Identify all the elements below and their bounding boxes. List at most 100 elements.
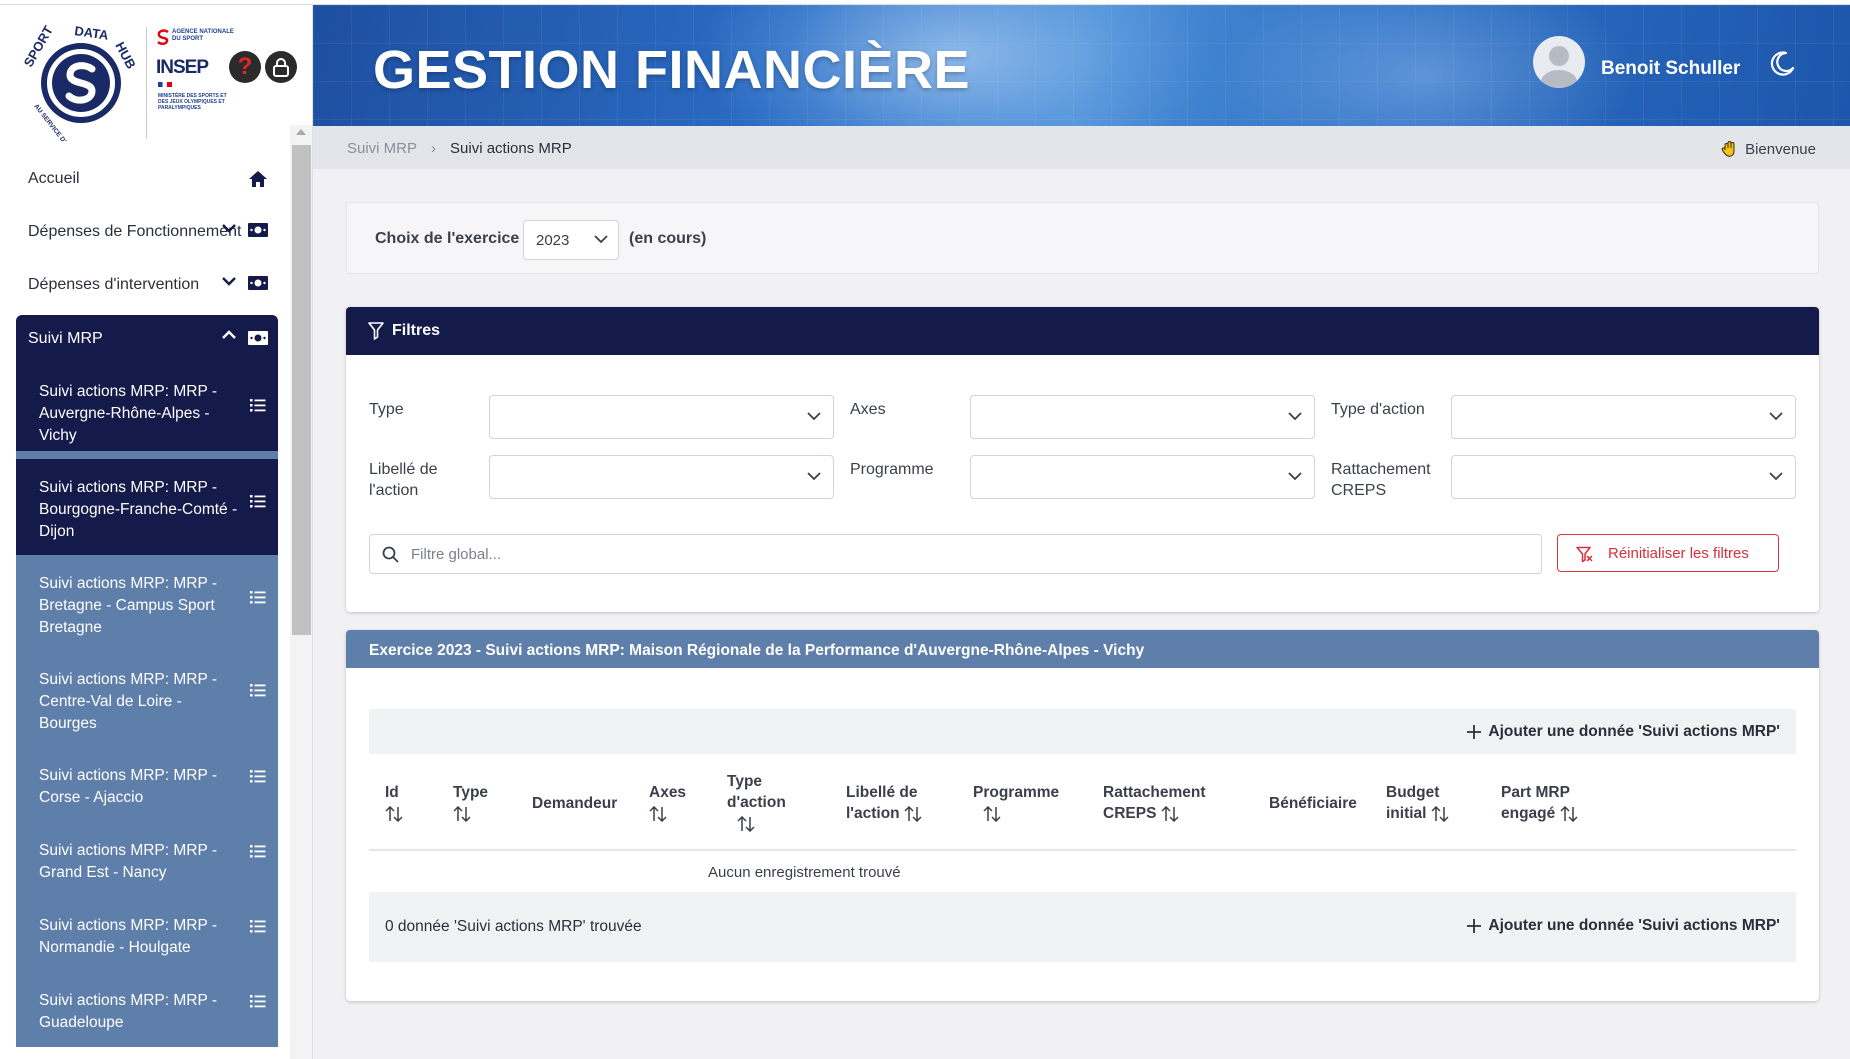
column-header-libelle[interactable]: Libellé de l'action: [846, 782, 946, 824]
breadcrumb-current: Suivi actions MRP: [450, 140, 572, 157]
lock-button[interactable]: [265, 51, 297, 83]
list-icon: [250, 770, 266, 783]
submenu-item-label: Suivi actions MRP: MRP - Normandie - Hou…: [39, 917, 218, 956]
submenu-item-label: Suivi actions MRP: MRP - Bretagne - Camp…: [39, 575, 218, 636]
table-header-divider: [369, 849, 1796, 851]
sidebar-scrollbar[interactable]: [290, 125, 312, 1059]
column-header-label: Rattachement CREPS: [1103, 784, 1206, 822]
sidebar-item-accueil[interactable]: Accueil: [16, 152, 278, 205]
column-header-type-action[interactable]: Type d'action: [727, 771, 797, 834]
column-header-id[interactable]: Id: [385, 782, 403, 824]
list-icon: [250, 591, 266, 604]
column-header-programme[interactable]: Programme: [973, 782, 1059, 824]
submenu-item-guadeloupe[interactable]: Suivi actions MRP: MRP - Guadeloupe: [16, 972, 278, 1047]
sort-icon: [1560, 805, 1578, 822]
submenu-item-ajaccio[interactable]: Suivi actions MRP: MRP - Corse - Ajaccio: [16, 747, 278, 822]
column-header-rattachement[interactable]: Rattachement CREPS: [1103, 782, 1223, 824]
filter-rattachement-label: Rattachement CREPS: [1331, 461, 1431, 499]
plus-icon: [1467, 919, 1482, 933]
filter-type-action-select[interactable]: [1451, 395, 1796, 439]
breadcrumb-parent[interactable]: Suivi MRP: [347, 140, 417, 157]
submenu-item-houlgate[interactable]: Suivi actions MRP: MRP - Normandie - Hou…: [16, 897, 278, 972]
column-header-budget[interactable]: Budget initial: [1386, 782, 1466, 824]
exercise-select[interactable]: 2023: [523, 220, 619, 260]
france-flag-icon: [158, 82, 172, 87]
sidebar: SPORT DATA HUB AU SERVICE DE LA PERFORMA…: [0, 0, 313, 1059]
exercise-label: Choix de l'exercice: [375, 230, 520, 247]
breadcrumb-trail: Suivi MRP › Suivi actions MRP: [347, 140, 572, 157]
sidebar-item-depenses-intervention[interactable]: Dépenses d'intervention: [16, 258, 278, 311]
submenu-item-label: Suivi actions MRP: MRP - Grand Est - Nan…: [39, 842, 218, 881]
sidebar-item-depenses-fonctionnement[interactable]: Dépenses de Fonctionnement: [16, 205, 278, 258]
column-header-demandeur: Demandeur: [532, 793, 617, 814]
filter-type-select[interactable]: [489, 395, 834, 439]
list-icon: [250, 399, 266, 412]
chevron-down-icon: [1288, 412, 1302, 421]
column-header-part-mrp[interactable]: Part MRP engagé: [1501, 782, 1601, 824]
sidebar-item-label: Dépenses d'intervention: [28, 275, 200, 293]
question-icon: ?: [237, 53, 253, 80]
list-icon: [250, 684, 266, 697]
empty-message: Aucun enregistrement trouvé: [708, 864, 901, 881]
column-header-axes[interactable]: Axes: [649, 782, 686, 824]
breadcrumb: Suivi MRP › Suivi actions MRP Bienvenue: [313, 126, 1850, 169]
list-icon: [250, 845, 266, 858]
filter-libelle-select[interactable]: [489, 455, 834, 499]
sort-icon: [453, 805, 471, 822]
filter-programme-select[interactable]: [970, 455, 1315, 499]
chevron-down-icon: [1288, 472, 1302, 481]
submenu-item-label: Suivi actions MRP: MRP - Centre-Val de L…: [39, 671, 218, 732]
ans-text: AGENCE NATIONALE DU SPORT: [172, 29, 234, 42]
money-icon: [248, 223, 268, 237]
column-header-label: Demandeur: [532, 795, 618, 812]
scrollbar-thumb[interactable]: [292, 145, 311, 635]
user-name[interactable]: Benoit Schuller: [1601, 58, 1740, 80]
global-filter-input[interactable]: Filtre global...: [369, 534, 1542, 574]
lock-icon: [273, 58, 289, 77]
submenu-item-vichy[interactable]: Suivi actions MRP: MRP - Auvergne-Rhône-…: [16, 363, 278, 459]
reset-filters-button[interactable]: Réinitialiser les filtres: [1557, 534, 1779, 572]
submenu-item-dijon[interactable]: Suivi actions MRP: MRP - Bourgogne-Franc…: [16, 459, 278, 555]
submenu-item-bourges[interactable]: Suivi actions MRP: MRP - Centre-Val de L…: [16, 651, 278, 747]
column-header-label: Bénéficiaire: [1269, 795, 1357, 812]
plus-icon: [1467, 725, 1482, 739]
exercise-value: 2023: [536, 232, 570, 249]
sidebar-item-suivi-mrp[interactable]: Suivi MRP: [16, 315, 278, 363]
scroll-up-arrow-icon[interactable]: [296, 129, 306, 135]
help-button[interactable]: ?: [229, 51, 261, 83]
sort-icon: [1431, 805, 1449, 822]
chevron-up-icon: [222, 330, 236, 339]
sport-data-hub-logo: SPORT DATA HUB AU SERVICE DE LA PERFORMA…: [22, 23, 139, 141]
filter-axes-select[interactable]: [970, 395, 1315, 439]
column-header-label: Programme: [973, 784, 1060, 801]
filter-type-action-label: Type d'action: [1331, 401, 1425, 418]
ans-logo-icon: [157, 29, 169, 45]
home-icon: [249, 171, 267, 187]
filter-rattachement-select[interactable]: [1451, 455, 1796, 499]
logo-separator: [146, 27, 147, 139]
results-panel: Exercice 2023 - Suivi actions MRP: Maiso…: [346, 630, 1819, 1001]
filter-slash-icon: [1576, 546, 1593, 563]
reset-filters-label: Réinitialiser les filtres: [1608, 544, 1749, 562]
avatar[interactable]: [1533, 36, 1585, 88]
column-header-label: Type: [453, 784, 489, 801]
money-icon: [248, 331, 268, 345]
submenu-item-bretagne[interactable]: Suivi actions MRP: MRP - Bretagne - Camp…: [16, 555, 278, 651]
add-record-button-footer[interactable]: Ajouter une donnée 'Suivi actions MRP': [1466, 917, 1780, 935]
chevron-down-icon: [222, 277, 236, 286]
filter-libelle-label: Libellé de l'action: [369, 461, 438, 499]
column-header-type[interactable]: Type: [453, 782, 488, 824]
sort-icon: [983, 805, 1001, 822]
app-title: GESTION FINANCIÈRE: [373, 40, 971, 100]
insep-logo-text: INSEP: [156, 57, 209, 78]
moon-icon[interactable]: [1768, 50, 1796, 78]
list-icon: [250, 920, 266, 933]
add-record-button[interactable]: Ajouter une donnée 'Suivi actions MRP': [1466, 723, 1780, 741]
exercise-status: (en cours): [629, 230, 707, 247]
submenu-item-nancy[interactable]: Suivi actions MRP: MRP - Grand Est - Nan…: [16, 822, 278, 897]
app-header: GESTION FINANCIÈRE Benoit Schuller: [313, 5, 1850, 126]
user-avatar-icon: [1541, 46, 1577, 88]
list-icon: [250, 495, 266, 508]
top-border: [0, 0, 1850, 5]
sort-icon: [904, 805, 922, 822]
